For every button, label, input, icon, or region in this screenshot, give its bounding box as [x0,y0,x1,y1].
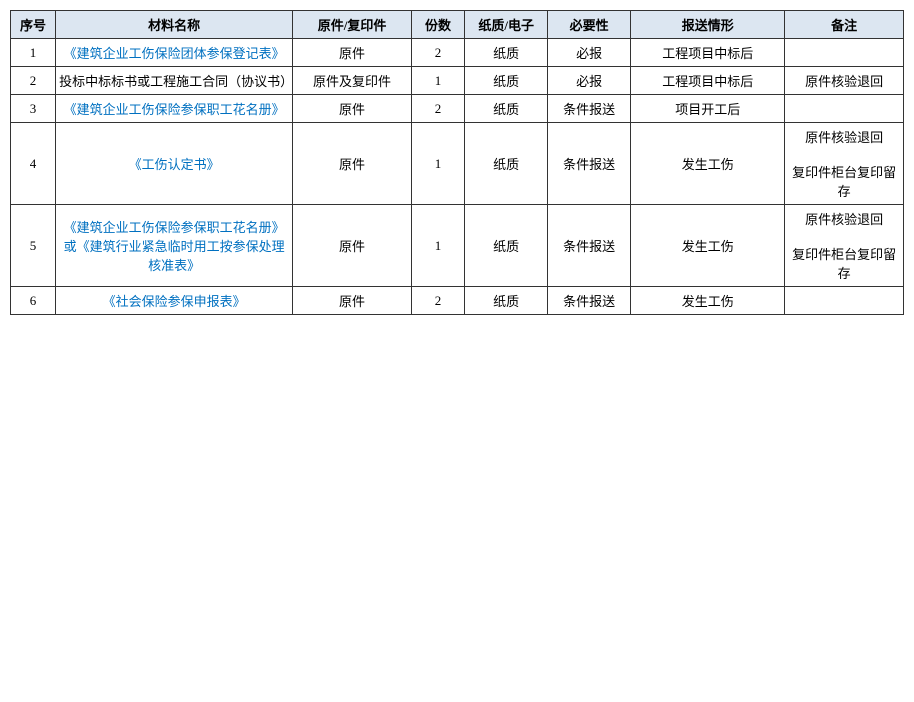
material-name-link-3[interactable]: 《工伤认定书》 [129,157,220,172]
cell-orig-1: 原件及复印件 [293,67,412,95]
header-cell-1: 材料名称 [56,11,293,39]
cell-send-3: 发生工伤 [631,123,785,205]
cell-note-0 [785,39,904,67]
cell-send-5: 发生工伤 [631,287,785,315]
table-row: 1 《建筑企业工伤保险团体参保登记表》原件2纸质必报工程项目中标后 [11,39,904,67]
cell-paper-4: 纸质 [465,205,548,287]
cell-count-2: 2 [411,95,464,123]
cell-send-4: 发生工伤 [631,205,785,287]
header-cell-2: 原件/复印件 [293,11,412,39]
cell-orig-3: 原件 [293,123,412,205]
cell-must-5: 条件报送 [548,287,631,315]
header-cell-3: 份数 [411,11,464,39]
cell-send-1: 工程项目中标后 [631,67,785,95]
cell-count-0: 2 [411,39,464,67]
table-row: 6 《社会保险参保申报表》 原件2纸质条件报送发生工伤 [11,287,904,315]
cell-note-5 [785,287,904,315]
material-name-link-5[interactable]: 《社会保险参保申报表》 [103,294,246,309]
cell-count-3: 1 [411,123,464,205]
cell-name-2: 《建筑企业工伤保险参保职工花名册》 [56,95,293,123]
material-name-link-4[interactable]: 《建筑企业工伤保险参保职工花名册》或《建筑行业紧急临时用工按参保处理核准表》 [64,220,285,273]
cell-send-0: 工程项目中标后 [631,39,785,67]
cell-send-2: 项目开工后 [631,95,785,123]
main-table: 序号材料名称原件/复印件份数纸质/电子必要性报送情形备注 1 《建筑企业工伤保险团… [10,10,904,315]
cell-paper-2: 纸质 [465,95,548,123]
header-cell-4: 纸质/电子 [465,11,548,39]
cell-must-2: 条件报送 [548,95,631,123]
cell-seq-3: 4 [11,123,56,205]
cell-paper-0: 纸质 [465,39,548,67]
cell-seq-0: 1 [11,39,56,67]
cell-orig-0: 原件 [293,39,412,67]
table-row: 3 《建筑企业工伤保险参保职工花名册》原件2纸质条件报送项目开工后 [11,95,904,123]
cell-seq-4: 5 [11,205,56,287]
cell-must-1: 必报 [548,67,631,95]
cell-orig-5: 原件 [293,287,412,315]
table-row: 5《建筑企业工伤保险参保职工花名册》或《建筑行业紧急临时用工按参保处理核准表》原… [11,205,904,287]
cell-note-3: 原件核验退回 复印件柜台复印留存 [785,123,904,205]
material-name-link-2[interactable]: 《建筑企业工伤保险参保职工花名册》 [64,102,285,117]
cell-orig-4: 原件 [293,205,412,287]
cell-note-4: 原件核验退回 复印件柜台复印留存 [785,205,904,287]
cell-seq-1: 2 [11,67,56,95]
header-cell-5: 必要性 [548,11,631,39]
header-cell-0: 序号 [11,11,56,39]
cell-paper-1: 纸质 [465,67,548,95]
cell-note-2 [785,95,904,123]
cell-name-0: 《建筑企业工伤保险团体参保登记表》 [56,39,293,67]
cell-must-3: 条件报送 [548,123,631,205]
table-row: 4 《工伤认定书》 原件1纸质条件报送发生工伤原件核验退回 复印件柜台复印留存 [11,123,904,205]
cell-seq-5: 6 [11,287,56,315]
cell-orig-2: 原件 [293,95,412,123]
cell-paper-3: 纸质 [465,123,548,205]
cell-count-1: 1 [411,67,464,95]
header-cell-7: 备注 [785,11,904,39]
cell-name-1: 投标中标标书或工程施工合同（协议书） [56,67,293,95]
material-name-link-0[interactable]: 《建筑企业工伤保险团体参保登记表》 [64,46,285,61]
cell-must-0: 必报 [548,39,631,67]
table-wrapper: 序号材料名称原件/复印件份数纸质/电子必要性报送情形备注 1 《建筑企业工伤保险团… [10,10,904,315]
cell-seq-2: 3 [11,95,56,123]
cell-name-3: 《工伤认定书》 [56,123,293,205]
header-row: 序号材料名称原件/复印件份数纸质/电子必要性报送情形备注 [11,11,904,39]
cell-name-4: 《建筑企业工伤保险参保职工花名册》或《建筑行业紧急临时用工按参保处理核准表》 [56,205,293,287]
cell-note-1: 原件核验退回 [785,67,904,95]
header-cell-6: 报送情形 [631,11,785,39]
cell-count-4: 1 [411,205,464,287]
table-row: 2投标中标标书或工程施工合同（协议书）原件及复印件1纸质必报工程项目中标后原件核… [11,67,904,95]
cell-count-5: 2 [411,287,464,315]
cell-name-5: 《社会保险参保申报表》 [56,287,293,315]
cell-must-4: 条件报送 [548,205,631,287]
cell-paper-5: 纸质 [465,287,548,315]
